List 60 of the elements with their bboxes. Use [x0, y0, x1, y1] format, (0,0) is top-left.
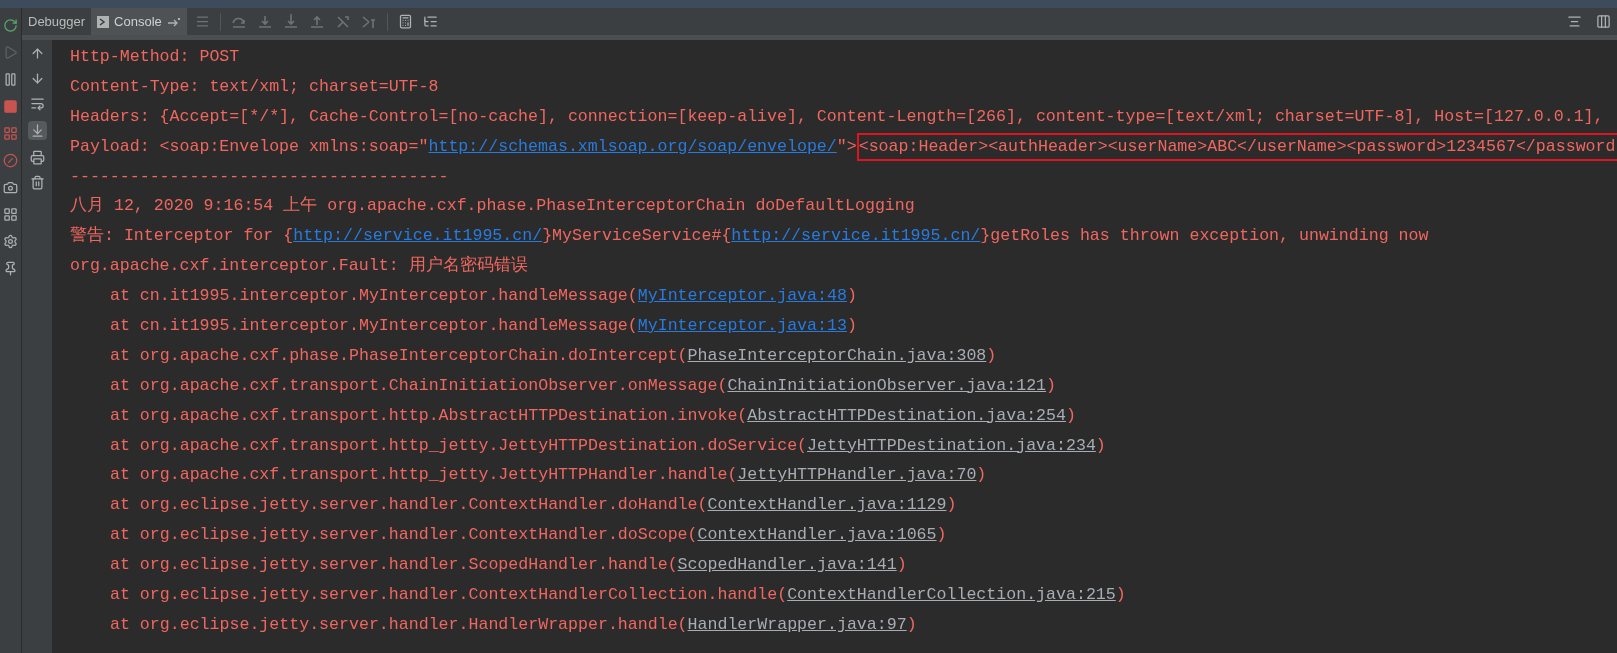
- down-arrow-icon[interactable]: [29, 71, 45, 86]
- console-line: --------------------------------------: [70, 166, 449, 186]
- print-icon[interactable]: [29, 150, 45, 165]
- pause-icon[interactable]: [3, 72, 18, 87]
- source-link[interactable]: http://service.it1995.cn/: [731, 226, 981, 246]
- console-line: at org.eclipse.jetty.server.handler.ScopedHandler.handle(ScopedHandler.java:141): [110, 555, 907, 575]
- source-link[interactable]: http://schemas.xmlsoap.org/soap/envelope/: [428, 136, 837, 156]
- source-link[interactable]: http://service.it1995.cn/: [293, 226, 543, 246]
- mute-breakpoints-icon[interactable]: [3, 153, 18, 168]
- highlighted-text: <soap:Header><authHeader><userName>ABC</userName><password>1234567</password: [856, 132, 1617, 161]
- source-link[interactable]: AbstractHTTPDestination.java:254: [747, 405, 1066, 425]
- console-line: at org.apache.cxf.transport.http_jetty.JettyHTTPDestination.doService(JettyHTTPDestination.java:234): [110, 435, 1106, 455]
- console-line: at org.apache.cxf.transport.http_jetty.JettyHTTPHandler.handle(JettyHTTPHandler.java:70): [110, 465, 987, 485]
- run-to-cursor-icon[interactable]: [360, 13, 377, 30]
- source-link[interactable]: MyInterceptor.java:48: [637, 286, 847, 306]
- console-line: at org.eclipse.jetty.server.handler.HandlerWrapper.handle(HandlerWrapper.java:97): [110, 614, 917, 634]
- pin-icon[interactable]: [3, 261, 18, 276]
- source-link[interactable]: JettyHTTPHandler.java:70: [737, 465, 977, 485]
- force-step-into-icon[interactable]: [282, 13, 299, 30]
- settings-icon[interactable]: [3, 234, 18, 249]
- console-line: at org.eclipse.jetty.server.handler.ContextHandler.doScope(ContextHandler.java:1065): [110, 525, 947, 545]
- calculator-icon[interactable]: [397, 14, 413, 29]
- step-into-icon[interactable]: [256, 13, 273, 30]
- layout-icon[interactable]: [3, 207, 18, 222]
- source-link[interactable]: MyInterceptor.java:13: [637, 316, 847, 335]
- console-line: at org.apache.cxf.phase.PhaseInterceptorChain.doIntercept(PhaseInterceptorChain.java:308): [110, 345, 997, 365]
- trash-icon[interactable]: [29, 175, 45, 190]
- columns-icon[interactable]: [1596, 14, 1611, 29]
- console-line: Headers: {Accept=[*/*], Cache-Control=[no-cache], connection=[keep-alive], Content-Length=[266], content-type=[text/xml; charset=UTF-8], Host=[127.0.0.1],: [70, 106, 1604, 126]
- menu-icon[interactable]: [194, 14, 210, 29]
- source-link[interactable]: HandlerWrapper.java:97: [687, 614, 907, 634]
- source-link[interactable]: ContextHandler.java:1065: [697, 525, 937, 545]
- console-line: 八月 12, 2020 9:16:54 上午 org.apache.cxf.phase.PhaseInterceptorChain doDefaultLogging: [70, 196, 915, 216]
- console-line: org.apache.cxf.interceptor.Fault: 用户名密码错误: [70, 256, 528, 276]
- align-icon[interactable]: [1567, 14, 1582, 29]
- console-line: at org.apache.cxf.transport.ChainInitiationObserver.onMessage(ChainInitiationObserver.java:121): [110, 375, 1056, 395]
- drop-frame-icon[interactable]: [334, 13, 351, 30]
- step-out-icon[interactable]: [308, 13, 325, 30]
- console-line: at cn.it1995.interceptor.MyInterceptor.handleMessage(MyInterceptor.java:13): [110, 316, 857, 335]
- camera-icon[interactable]: [3, 180, 18, 195]
- source-link[interactable]: ContextHandler.java:1129: [707, 495, 947, 515]
- console-line: 警告: Interceptor for {http://service.it1995.cn/}MyServiceService#{http://service.it1995.cn/}getRoles has thrown exception, unwinding now: [70, 226, 1429, 246]
- rerun-icon[interactable]: [3, 18, 18, 33]
- console-line: at org.eclipse.jetty.server.handler.ContextHandler.doHandle(ContextHandler.java:1129): [110, 495, 957, 515]
- source-link[interactable]: ContextHandlerCollection.java:215: [787, 585, 1116, 605]
- stop-icon[interactable]: [3, 99, 18, 114]
- console-line: at cn.it1995.interceptor.MyInterceptor.handleMessage(MyInterceptor.java:48): [110, 286, 857, 306]
- console-line: at org.eclipse.jetty.server.handler.ContextHandlerCollection.handle(ContextHandlerCollection.java:215): [110, 585, 1126, 605]
- console-line: Content-Type: text/xml; charset=UTF-8: [70, 76, 439, 96]
- source-link[interactable]: PhaseInterceptorChain.java:308: [687, 345, 987, 365]
- source-link[interactable]: ScopedHandler.java:141: [677, 555, 897, 575]
- pin-tab-icon[interactable]: [166, 16, 181, 27]
- soft-wrap-icon[interactable]: [29, 96, 45, 111]
- console-icon: [97, 15, 110, 28]
- console-line: at org.apache.cxf.transport.http.AbstractHTTPDestination.invoke(AbstractHTTPDestination.java:254): [110, 405, 1076, 425]
- source-link[interactable]: ChainInitiationObserver.java:121: [727, 375, 1047, 395]
- source-link[interactable]: JettyHTTPDestination.java:234: [807, 435, 1096, 455]
- tab[interactable]: Console: [91, 8, 187, 35]
- console-line: Http-Method: POST: [70, 47, 240, 66]
- trace-icon[interactable]: [422, 14, 438, 29]
